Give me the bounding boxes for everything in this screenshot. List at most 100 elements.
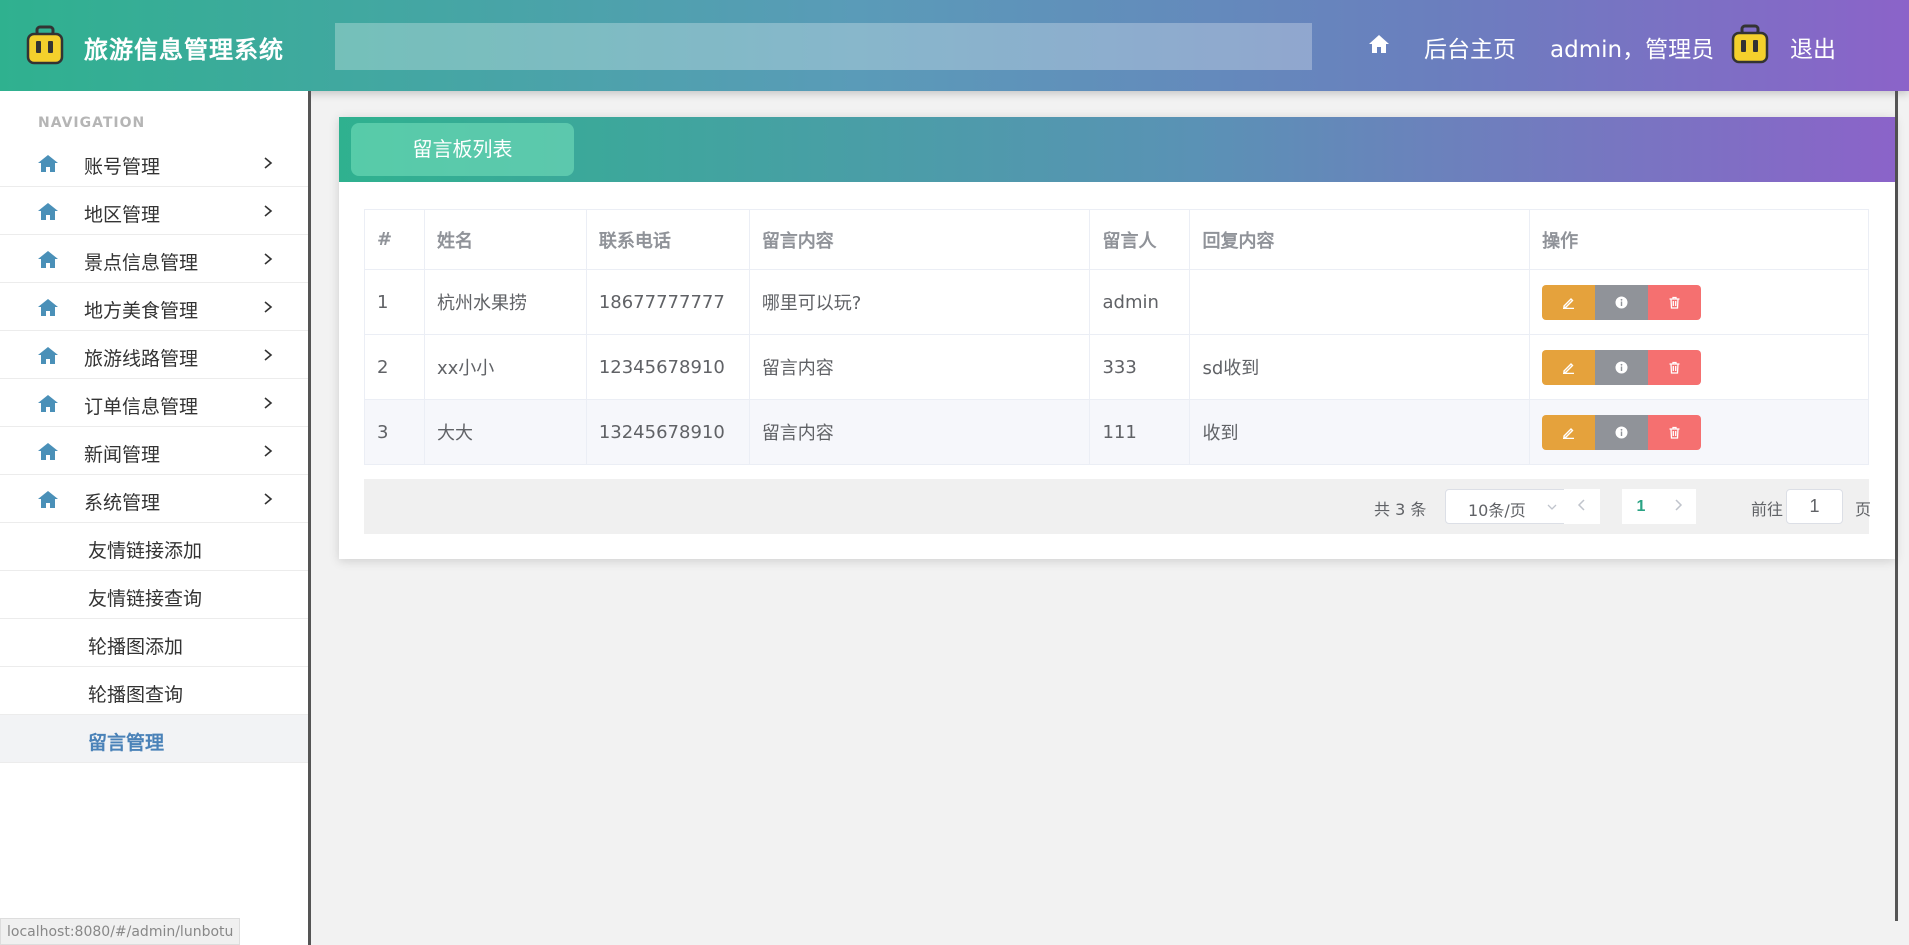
col-header-name: 姓名 (423, 209, 587, 270)
sidebar-subitem-carousel-query[interactable]: 轮播图查询 (0, 667, 308, 715)
sidebar-subitem-label: 留言管理 (88, 732, 165, 754)
chevron-right-icon (264, 493, 273, 505)
next-page-button[interactable] (1660, 489, 1696, 524)
action-button-group (1542, 284, 1856, 320)
info-button[interactable] (1595, 284, 1649, 320)
message-board-card: 留言板列表 # 姓名 联系电话 留言内容 留言人 回复内容 操作 1 杭州水果捞… (339, 117, 1895, 559)
cell-index: 2 (364, 334, 425, 400)
col-header-actions: 操作 (1529, 209, 1869, 270)
cell-phone: 18677777777 (585, 269, 750, 335)
delete-button[interactable] (1648, 414, 1702, 450)
top-header: 旅游信息管理系统 后台主页 admin，管理员 退出 (0, 0, 1909, 91)
table-row: 2 xx小小 12345678910 留言内容 333 sd收到 (364, 334, 1869, 400)
sidebar-item-routes[interactable]: 旅游线路管理 (0, 331, 308, 379)
col-header-author: 留言人 (1089, 209, 1191, 270)
cell-author: 111 (1089, 399, 1191, 465)
status-bar-url: localhost:8080/#/admin/lunbotu (0, 918, 241, 945)
sidebar-item-label: 景点信息管理 (84, 252, 199, 274)
cell-name: xx小小 (423, 334, 587, 400)
sidebar-item-regions[interactable]: 地区管理 (0, 187, 308, 235)
chevron-right-icon (264, 397, 273, 409)
cell-content: 哪里可以玩? (748, 269, 1091, 335)
col-header-content: 留言内容 (748, 209, 1091, 270)
action-button-group (1542, 414, 1856, 450)
sidebar-item-orders[interactable]: 订单信息管理 (0, 379, 308, 427)
edit-button[interactable] (1542, 414, 1596, 450)
sidebar-subitem-label: 友情链接添加 (88, 540, 203, 562)
page-size-value: 10条/页 (1468, 501, 1526, 520)
info-button[interactable] (1595, 414, 1649, 450)
sidebar-item-label: 账号管理 (84, 156, 161, 178)
briefcase-icon (26, 25, 64, 65)
chevron-right-icon (264, 445, 273, 457)
table-row: 1 杭州水果捞 18677777777 哪里可以玩? admin (364, 269, 1869, 335)
sidebar-item-label: 订单信息管理 (84, 396, 199, 418)
sidebar-subitem-link-query[interactable]: 友情链接查询 (0, 571, 308, 619)
cell-name: 杭州水果捞 (423, 269, 587, 335)
chevron-right-icon (264, 349, 273, 361)
sidebar-item-attractions[interactable]: 景点信息管理 (0, 235, 308, 283)
cell-actions (1529, 269, 1869, 335)
sidebar-subitem-label: 友情链接查询 (88, 588, 203, 610)
logout-link[interactable]: 退出 (1790, 30, 1836, 64)
page-size-select[interactable]: 10条/页 (1445, 489, 1570, 524)
cell-reply (1189, 269, 1531, 335)
nav-caption: NAVIGATION (38, 115, 146, 131)
sidebar-item-label: 旅游线路管理 (84, 348, 199, 370)
header-search-input[interactable] (335, 23, 1312, 70)
scrollbar-track[interactable] (1895, 91, 1898, 921)
house-icon (38, 203, 58, 220)
edit-button[interactable] (1542, 349, 1596, 385)
sidebar-item-local-food[interactable]: 地方美食管理 (0, 283, 308, 331)
cell-index: 1 (364, 269, 425, 335)
cell-content: 留言内容 (748, 334, 1091, 400)
house-icon (38, 251, 58, 268)
dashboard-home-link[interactable]: 后台主页 (1424, 30, 1516, 64)
sidebar-subitem-carousel-add[interactable]: 轮播图添加 (0, 619, 308, 667)
info-button[interactable] (1595, 349, 1649, 385)
card-header: 留言板列表 (339, 117, 1895, 182)
avatar[interactable] (1731, 24, 1769, 64)
pagination-total: 共 3 条 (1374, 500, 1427, 519)
house-icon (38, 347, 58, 364)
sidebar-item-accounts[interactable]: 账号管理 (0, 139, 308, 187)
info-icon (1615, 296, 1628, 308)
sidebar-item-label: 地区管理 (84, 204, 161, 226)
delete-button[interactable] (1648, 349, 1702, 385)
sidebar-subitem-link-add[interactable]: 友情链接添加 (0, 523, 308, 571)
sidebar-item-label: 新闻管理 (84, 444, 161, 466)
trash-icon (1669, 361, 1680, 374)
home-icon[interactable] (1368, 33, 1390, 55)
edit-button[interactable] (1542, 284, 1596, 320)
pencil-icon (1563, 427, 1575, 439)
sidebar-subitem-label: 轮播图添加 (88, 636, 184, 658)
house-icon (38, 443, 58, 460)
delete-button[interactable] (1648, 284, 1702, 320)
jump-page-input[interactable] (1786, 489, 1843, 524)
action-button-group (1542, 349, 1856, 385)
house-icon (38, 491, 58, 508)
chevron-right-icon (264, 205, 273, 217)
sidebar-item-news[interactable]: 新闻管理 (0, 427, 308, 475)
message-table: # 姓名 联系电话 留言内容 留言人 回复内容 操作 1 杭州水果捞 18677… (364, 209, 1869, 465)
col-header-reply: 回复内容 (1189, 209, 1531, 270)
col-header-index: # (364, 209, 425, 270)
prev-page-button[interactable] (1564, 489, 1600, 524)
tab-message-list[interactable]: 留言板列表 (351, 123, 574, 176)
sidebar-item-system[interactable]: 系统管理 (0, 475, 308, 523)
sidebar-subitem-messages[interactable]: 留言管理 (0, 715, 308, 763)
nav-list: 账号管理 地区管理 景点信息管理 地方美食管理 旅游线路管理 订单信息管理 新闻… (0, 139, 308, 763)
chevron-left-icon (1577, 499, 1585, 511)
chevron-right-icon (264, 157, 273, 169)
trash-icon (1669, 426, 1680, 439)
cell-author: admin (1089, 269, 1191, 335)
page-number-button[interactable]: 1 (1622, 489, 1660, 524)
pagination: 共 3 条 10条/页 1 前往 页 (364, 479, 1871, 534)
info-icon (1615, 361, 1628, 373)
cell-phone: 12345678910 (585, 334, 750, 400)
cell-index: 3 (364, 399, 425, 465)
chevron-right-icon (1675, 499, 1683, 511)
cell-author: 333 (1089, 334, 1191, 400)
house-icon (38, 299, 58, 316)
sidebar: NAVIGATION 账号管理 地区管理 景点信息管理 地方美食管理 旅游线路管… (0, 91, 311, 945)
